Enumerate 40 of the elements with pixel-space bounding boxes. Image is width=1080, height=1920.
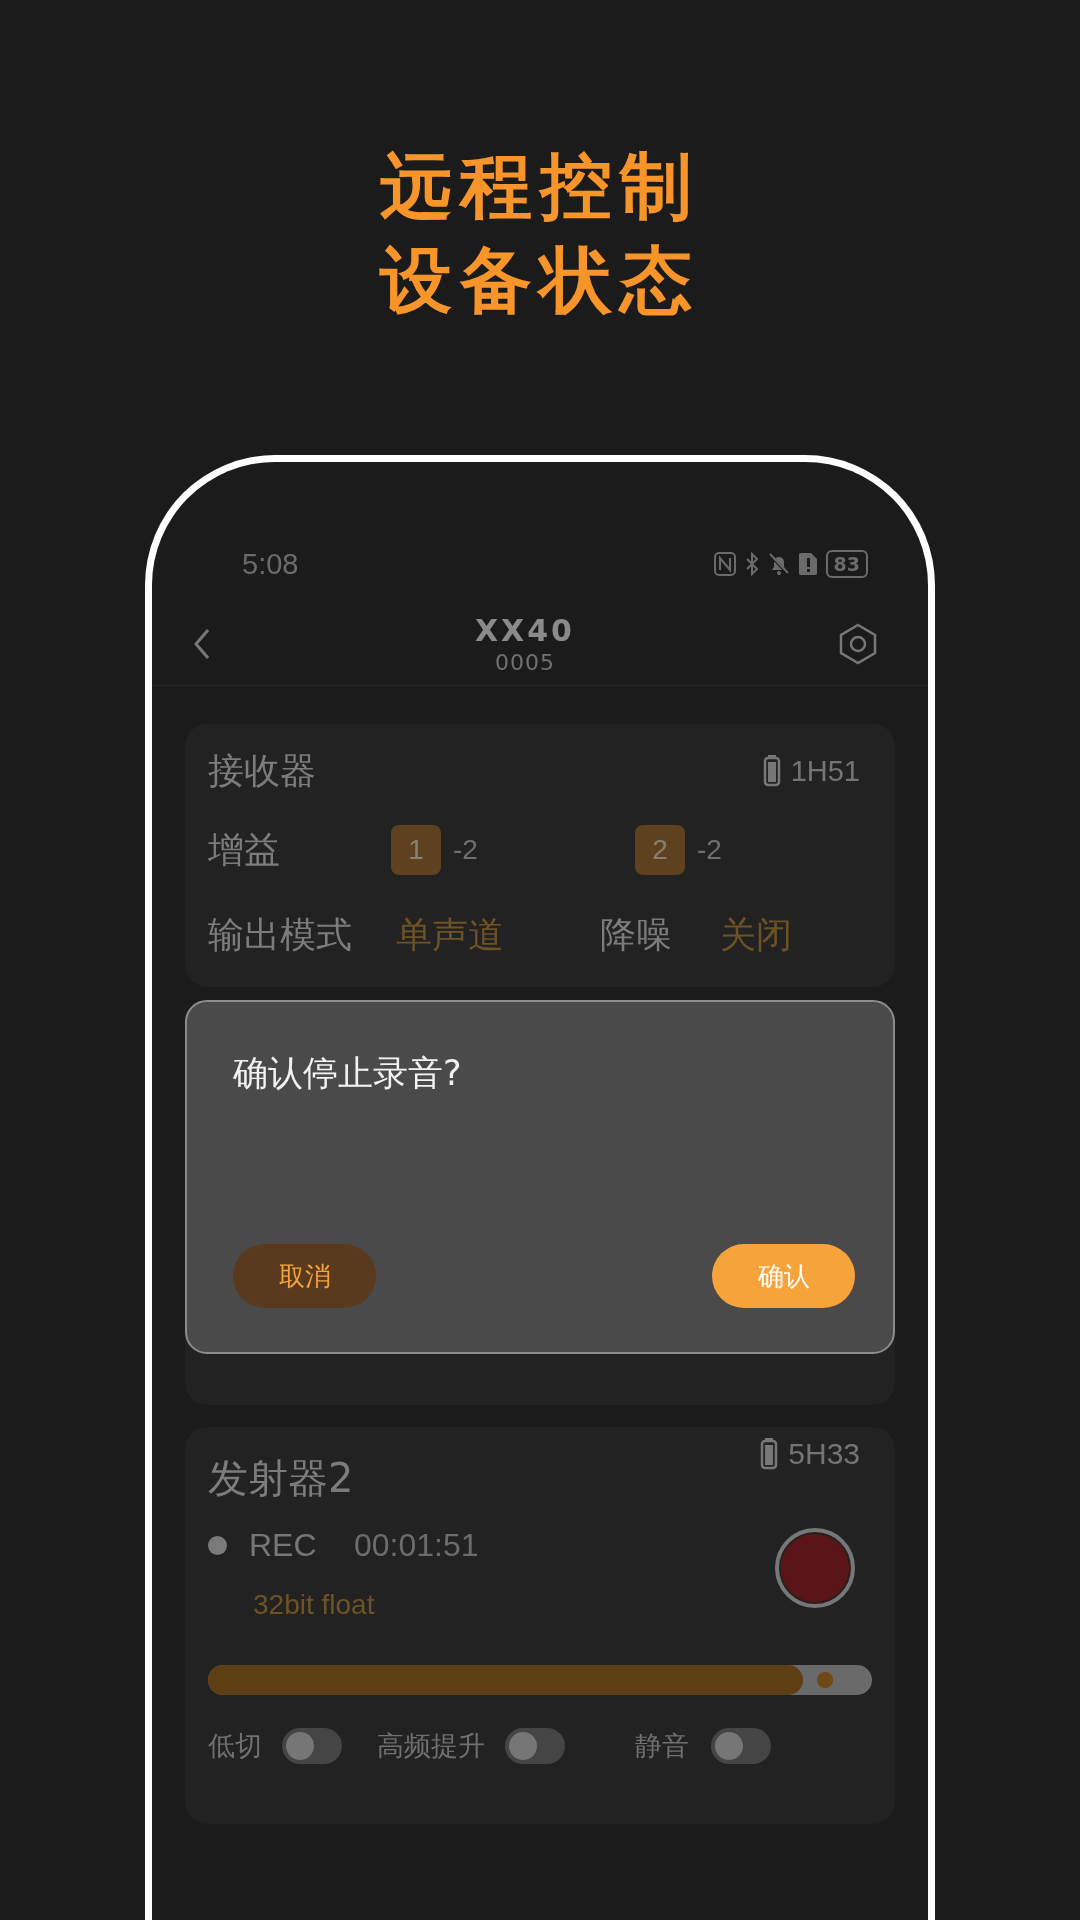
toggle-label: 高频提升 bbox=[377, 1729, 485, 1763]
headline-text: 设备状态 bbox=[380, 240, 700, 320]
gain-value: -2 bbox=[697, 834, 722, 866]
card-title: 接收器 bbox=[208, 748, 316, 793]
status-dot bbox=[208, 1535, 227, 1555]
headline-text: 远程控制 bbox=[380, 146, 700, 226]
battery-percent: 83 bbox=[833, 553, 860, 575]
bell-off-icon bbox=[767, 552, 790, 576]
recording-time: 00:01:51 bbox=[354, 1526, 479, 1564]
toggle-switch[interactable] bbox=[505, 1728, 565, 1764]
gain-label: 增益 bbox=[208, 827, 281, 872]
output-mode-value: 单声道 bbox=[396, 912, 505, 957]
settings-icon bbox=[838, 622, 878, 665]
noise-reduction-label: 降噪 bbox=[600, 912, 672, 957]
toggle-label: 静音 bbox=[635, 1729, 689, 1763]
back-icon bbox=[192, 626, 212, 661]
gain-value: -2 bbox=[453, 834, 478, 866]
dialog-message: 确认停止录音? bbox=[233, 1052, 463, 1095]
sim-alert-icon bbox=[797, 552, 818, 576]
bluetooth-icon bbox=[743, 552, 760, 576]
toggle-switch[interactable] bbox=[282, 1728, 342, 1764]
channel-badge: 2 bbox=[635, 825, 685, 875]
format-label: 32bit float bbox=[253, 1589, 376, 1621]
rec-label: REC bbox=[249, 1526, 318, 1564]
output-mode-label: 输出模式 bbox=[208, 912, 352, 957]
noise-reduction-value: 关闭 bbox=[720, 912, 792, 957]
status-time: 5:08 bbox=[242, 547, 299, 581]
battery-time: 5H33 bbox=[788, 1437, 860, 1471]
card-title: 发射器2 bbox=[208, 1454, 354, 1503]
toggle-label: 低切 bbox=[208, 1729, 262, 1763]
cancel-button[interactable]: 取消 bbox=[233, 1244, 376, 1308]
battery-icon bbox=[760, 1438, 779, 1470]
device-title: XX40 bbox=[475, 612, 575, 648]
battery-time: 1H51 bbox=[790, 754, 860, 788]
channel-badge: 1 bbox=[391, 825, 441, 875]
nfc-icon bbox=[713, 552, 736, 576]
battery-icon bbox=[762, 755, 781, 787]
toggle-switch[interactable] bbox=[711, 1728, 771, 1764]
slider-thumb[interactable] bbox=[816, 1672, 833, 1688]
device-id: 0005 bbox=[495, 649, 555, 675]
